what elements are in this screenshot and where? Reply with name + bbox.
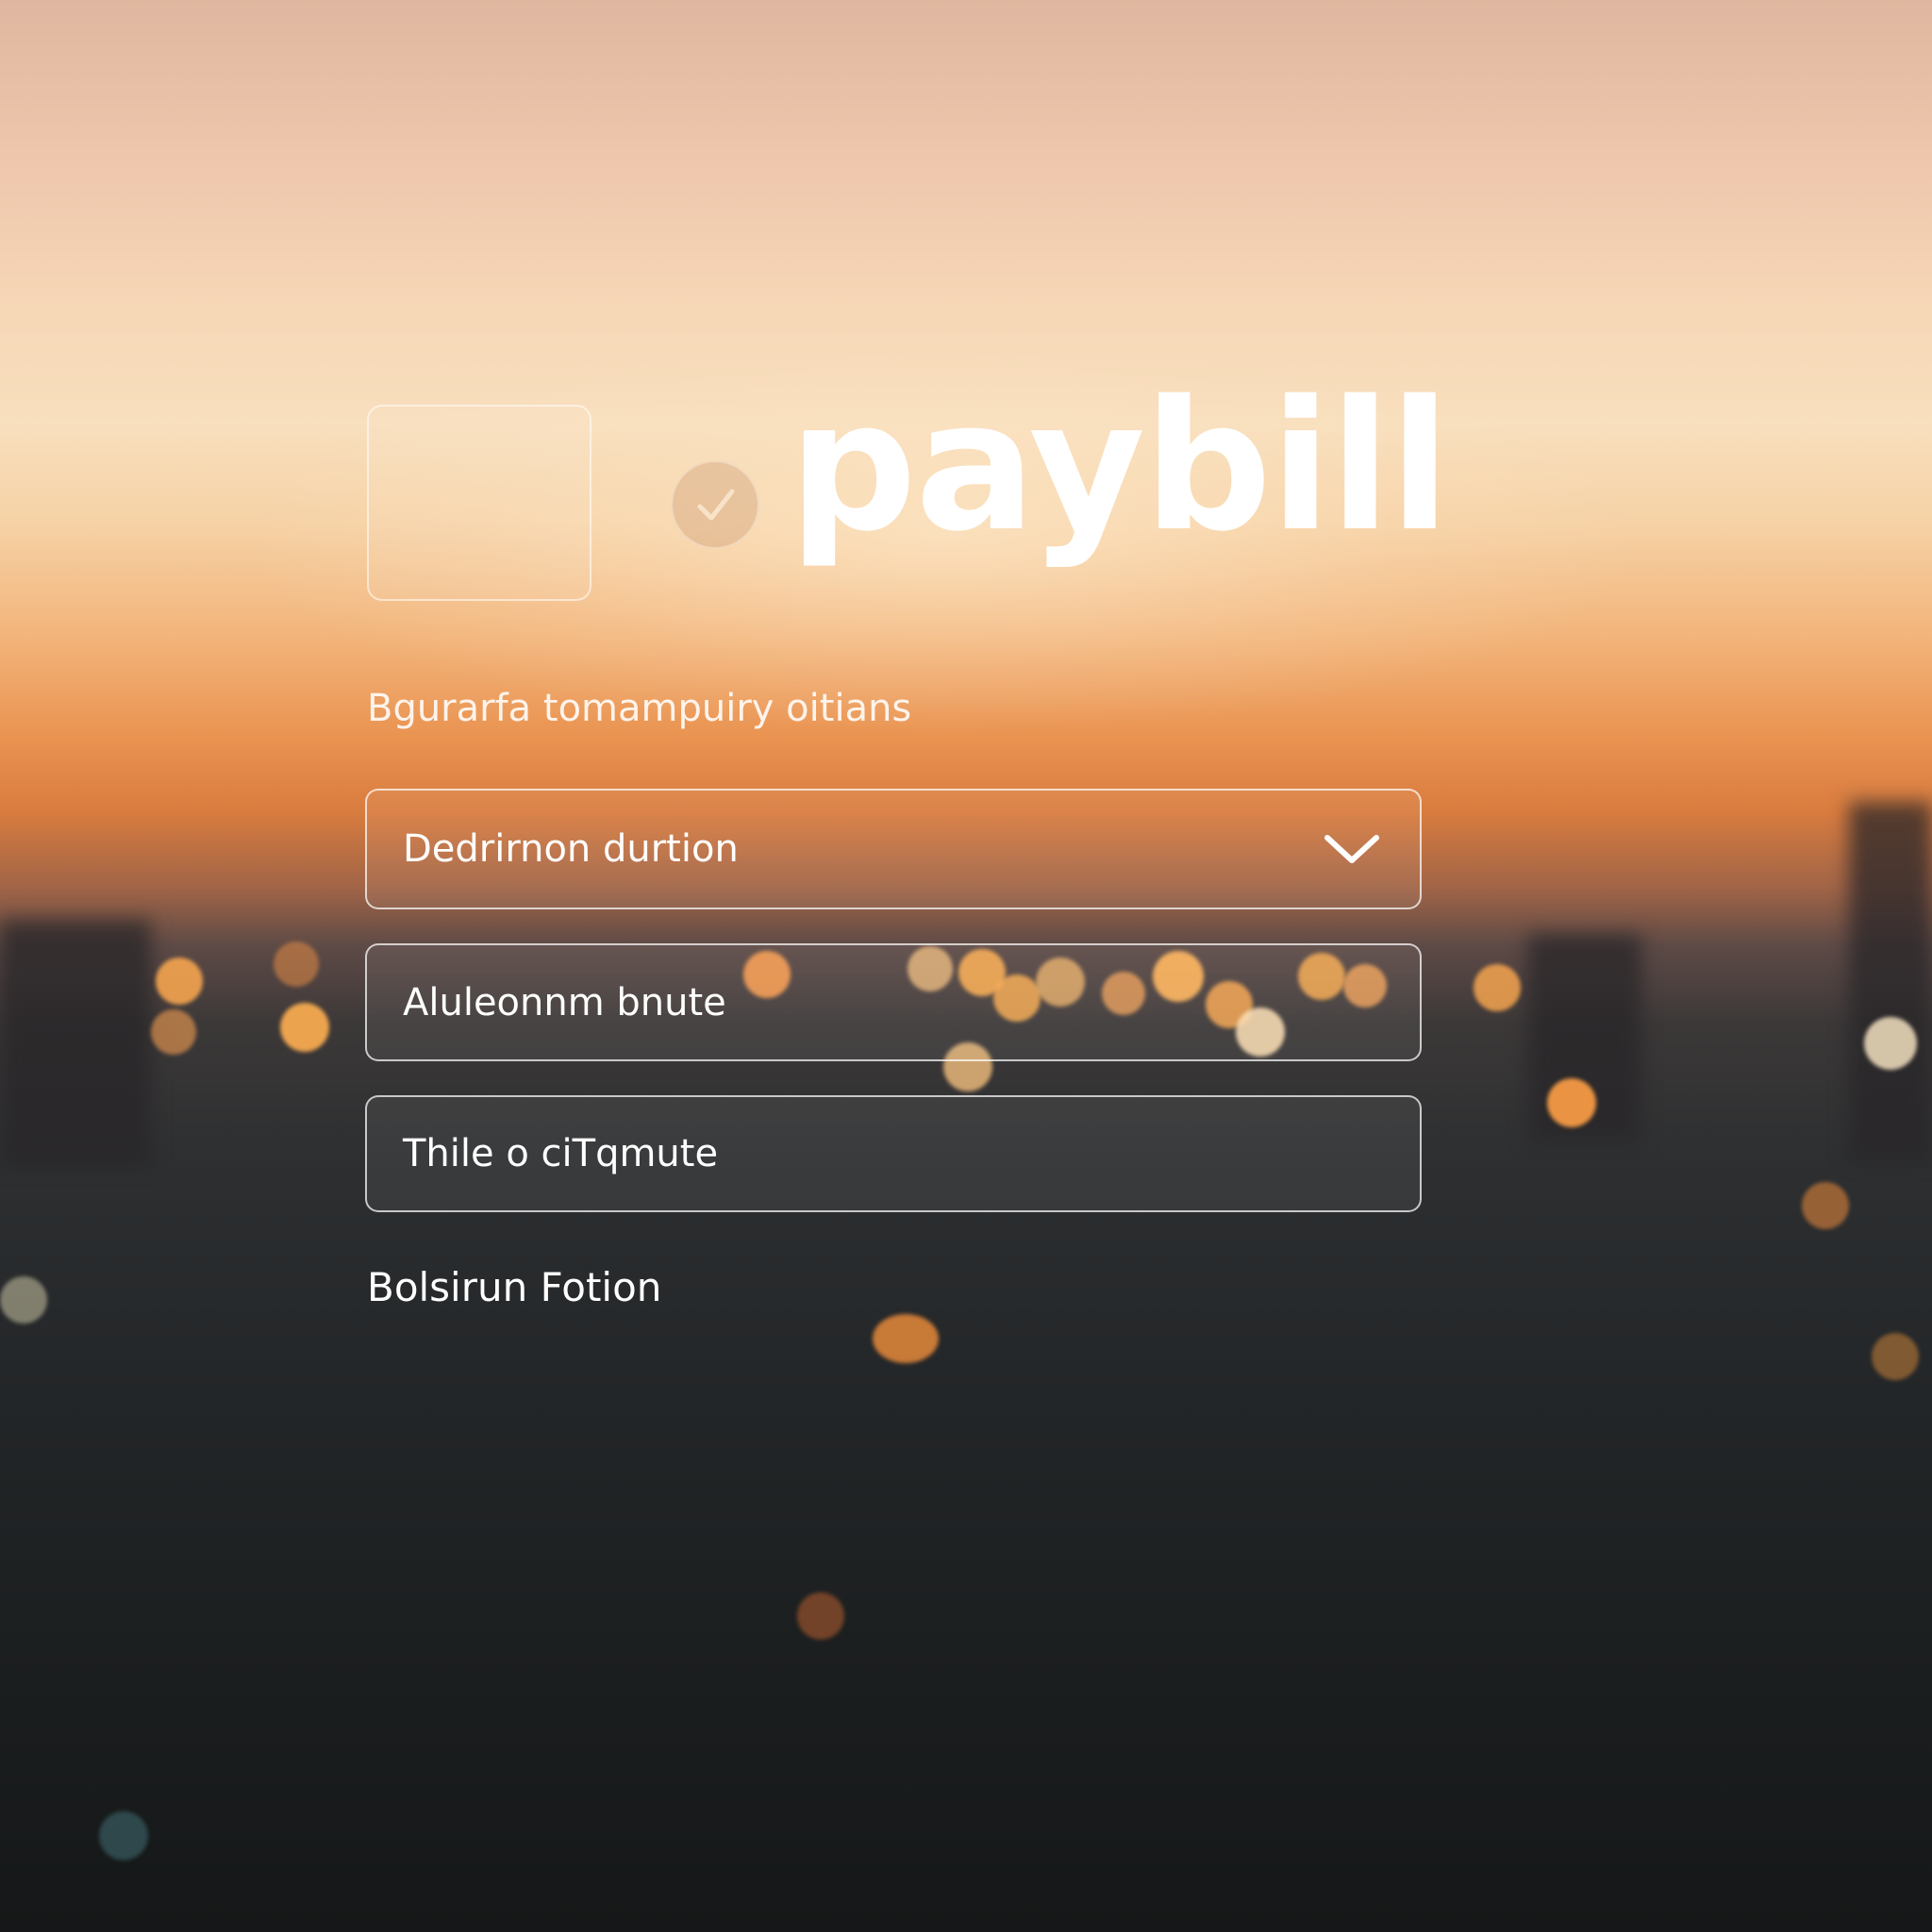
bokeh-light xyxy=(0,1276,47,1324)
chevron-down-icon[interactable] xyxy=(1322,832,1382,866)
bokeh-light xyxy=(797,1592,844,1640)
duration-select[interactable]: Dedrirnon durtion xyxy=(365,789,1422,909)
text-input-field[interactable]: Aluleonnm bnute xyxy=(365,943,1422,1061)
check-badge-icon xyxy=(671,460,759,549)
bokeh-light xyxy=(1547,1078,1596,1127)
skyline-tower xyxy=(1849,802,1932,1160)
skyline-tower xyxy=(0,920,151,1165)
bokeh-light xyxy=(151,1009,196,1055)
bokeh-light xyxy=(274,941,319,987)
skyline-tower xyxy=(1528,934,1641,1141)
input-value: Thile o ciTqmute xyxy=(403,1132,719,1175)
brand-logo-text: paybill xyxy=(789,362,1451,571)
bokeh-light xyxy=(99,1811,148,1860)
section-heading: Bgurarfa tomampuiry oitians xyxy=(367,687,912,730)
logo-placeholder-box xyxy=(367,405,591,601)
bokeh-light xyxy=(1864,1017,1917,1070)
input-value: Aluleonnm bnute xyxy=(403,980,726,1024)
text-input-field[interactable]: Thile o ciTqmute xyxy=(365,1095,1422,1212)
bokeh-light xyxy=(1872,1333,1919,1380)
bokeh-light xyxy=(1474,964,1521,1011)
bokeh-light xyxy=(280,1003,329,1052)
check-mark-icon xyxy=(697,489,735,521)
footer-label: Bolsirun Fotion xyxy=(367,1264,662,1310)
bokeh-light xyxy=(1802,1182,1849,1229)
bokeh-light xyxy=(873,1314,939,1363)
bokeh-light xyxy=(156,958,203,1005)
select-value: Dedrirnon durtion xyxy=(403,827,739,871)
